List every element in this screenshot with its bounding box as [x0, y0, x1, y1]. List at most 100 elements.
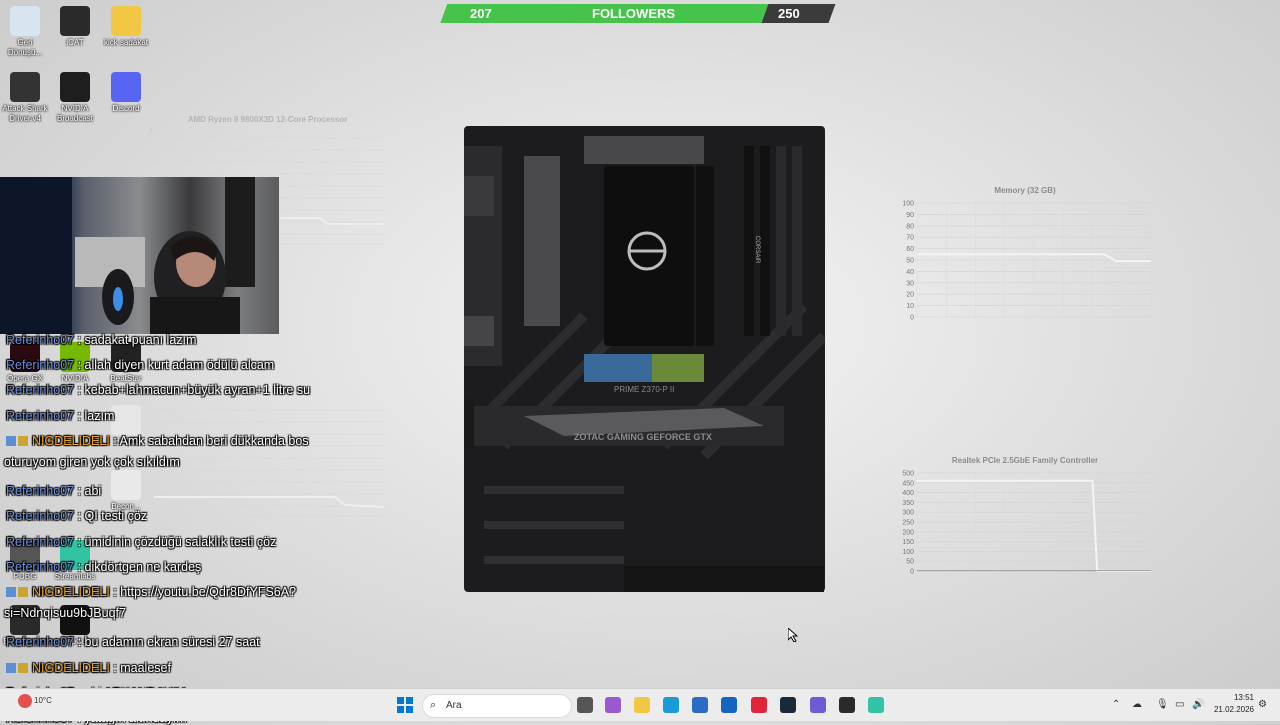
- onedrive-icon[interactable]: ☁: [1132, 699, 1142, 710]
- chevron-up-icon[interactable]: ⌃: [1112, 699, 1120, 710]
- chat-text: allah diyen kurt adam ödülü alcam: [84, 358, 275, 373]
- weather-temp[interactable]: 10°C: [34, 696, 52, 705]
- chat-username: NIGDELIDELI: [32, 433, 110, 448]
- widgets-icon[interactable]: [605, 697, 621, 713]
- edge-icon[interactable]: [663, 697, 679, 713]
- desktop-icon[interactable]: iCAT: [50, 6, 100, 48]
- chat-text: QI testi çöz: [84, 509, 148, 524]
- memory-chart-svg: 1009080706050403020100: [902, 201, 1152, 322]
- chat-separator: :: [74, 509, 85, 524]
- file-explorer-icon[interactable]: [634, 697, 650, 713]
- chat-username: NIGDELIDELI: [32, 660, 110, 675]
- outlook-icon[interactable]: [721, 697, 737, 713]
- chat-badge-icon: [6, 435, 16, 446]
- chat-separator: :: [74, 358, 85, 373]
- chat-message: Referinho07 : allah diyen kurt adam ödül…: [6, 358, 274, 372]
- follower-label: FOLLOWERS: [592, 6, 676, 21]
- chat-message: NIGDELIDELI : https://youtu.be/Qdr8DfYFS…: [6, 585, 296, 599]
- chat-message: Referinho07 : ümidinin çözdüğü salaklık …: [6, 535, 276, 549]
- y-tick-label: 30: [906, 280, 914, 287]
- chat-separator: :: [109, 585, 121, 599]
- discord-icon: [111, 72, 141, 102]
- taskbar-search[interactable]: ⌕ Ara: [422, 694, 572, 718]
- chat-username: Referinho07: [6, 509, 75, 524]
- desktop-icon[interactable]: Becon...: [101, 470, 151, 512]
- steam-icon[interactable]: [780, 697, 796, 713]
- chat-message: NIGDELIDELI : Amk sabahdan beri dükkanda…: [6, 434, 309, 448]
- y-tick-label: 350: [902, 500, 914, 507]
- weather-icon[interactable]: [18, 694, 32, 708]
- chat-text: abi: [84, 484, 102, 499]
- y-tick-label: 50: [906, 559, 914, 566]
- chat-text: maalesef: [120, 660, 171, 675]
- chat-username: Referinho07: [6, 358, 75, 373]
- chat-username: Referinho07: [6, 383, 75, 398]
- chat-text: dikdörtgen ne kardeş: [84, 559, 202, 574]
- microphone-icon[interactable]: 🎙: [1156, 699, 1169, 710]
- desktop-icon[interactable]: NVIDIA Broadcast: [50, 72, 100, 124]
- chat-username: Referinho07: [6, 559, 75, 574]
- chat-text: oturuyom giren yok çok sıkıldım: [4, 455, 180, 469]
- motherboard-image: CORSAIR ZOTAC GAMING GEFORCE GTX PRIME Z…: [454, 126, 828, 592]
- chat-badge-icon: [6, 662, 16, 673]
- desktop-icon-label: Geri Dönüşü...: [7, 38, 43, 57]
- webcam-scene: [0, 177, 255, 334]
- chat-text: ümidinin çözdüğü salaklık testi çöz: [84, 534, 277, 549]
- recycle-bin-icon: [10, 6, 40, 36]
- y-tick-label: 80: [906, 223, 914, 230]
- y-tick-label: 100: [902, 201, 914, 208]
- chat-text: si=Ndnqisuu9bJBuqf7: [4, 606, 126, 621]
- search-placeholder: Ara: [446, 700, 462, 711]
- desktop-icon[interactable]: kick sadakat: [101, 6, 151, 48]
- becon-icon: [111, 470, 141, 500]
- task-view-icon[interactable]: [577, 697, 593, 713]
- chat-message: Referinho07 : kebab+lahmacun+büyük ayran…: [6, 383, 310, 397]
- board-label: PRIME Z370-P II: [614, 385, 674, 394]
- store-icon[interactable]: [692, 697, 708, 713]
- desktop-icon-label: iCAT: [66, 38, 84, 47]
- gpu-chart-svg: [154, 409, 385, 517]
- epic-games-icon[interactable]: [839, 697, 855, 713]
- desktop-icon[interactable]: Discord: [101, 72, 151, 114]
- chat-username: Referinho07: [6, 635, 75, 650]
- desktop-icon-label: NVIDIA Broadcast: [56, 104, 94, 123]
- chat-username: NIGDELIDELI: [32, 585, 110, 599]
- y-tick-label: 300: [902, 510, 914, 517]
- y-tick-label: 500: [902, 471, 914, 478]
- gpu-usage-chart: [150, 400, 385, 520]
- motherboard-svg: CORSAIR ZOTAC GAMING GEFORCE GTX PRIME Z…: [454, 126, 828, 592]
- nvidia-icat-icon: [60, 6, 90, 36]
- network-icon[interactable]: ▭: [1175, 699, 1184, 710]
- home-icon: [111, 405, 141, 435]
- chat-username: Referinho07: [6, 534, 75, 549]
- y-tick-label: 400: [902, 490, 914, 497]
- chat-separator: :: [74, 333, 85, 347]
- desktop-icon[interactable]: Geri Dönüşü...: [0, 6, 50, 58]
- y-tick-label: 250: [902, 520, 914, 527]
- chat-separator: :: [109, 660, 121, 675]
- network-chart-svg: 500450400350300250200150100500: [902, 471, 1152, 576]
- clock-date[interactable]: 21.02.2026: [1202, 705, 1254, 714]
- chat-text: lazım: [84, 408, 115, 423]
- chat-message: NIGDELIDELI : maalesef: [6, 661, 171, 675]
- y-tick-label: 70: [906, 235, 914, 242]
- chat-text: bu adamın ekran süresi 27 saat: [84, 635, 260, 650]
- opera-gx-icon[interactable]: [751, 697, 767, 713]
- clock-time[interactable]: 13:51: [1214, 693, 1254, 702]
- y-tick-label: 10: [906, 303, 914, 310]
- notification-icon[interactable]: ⚙: [1258, 699, 1267, 710]
- y-tick-label: 450: [902, 480, 914, 487]
- chat-badge-icon: [18, 435, 28, 446]
- streamlabs-icon[interactable]: [868, 697, 884, 713]
- follower-current: 207: [470, 6, 492, 21]
- desktop-icon[interactable]: Attack Shark Driver.v4: [0, 72, 50, 124]
- chat-separator: :: [74, 408, 85, 423]
- app-icon[interactable]: [810, 697, 826, 713]
- chat-username: Referinho07: [6, 333, 75, 347]
- y-tick-label: 90: [906, 212, 914, 219]
- desktop-icon-label: Attack Shark Driver.v4: [2, 104, 48, 123]
- start-icon[interactable]: [397, 697, 413, 713]
- chat-text: https://youtu.be/Qdr8DfYFS6A?: [120, 585, 297, 599]
- chat-message: Referinho07 : sadakat puanı lazım: [6, 333, 196, 347]
- chat-text: Amk sabahdan beri dükkanda bos: [119, 433, 309, 448]
